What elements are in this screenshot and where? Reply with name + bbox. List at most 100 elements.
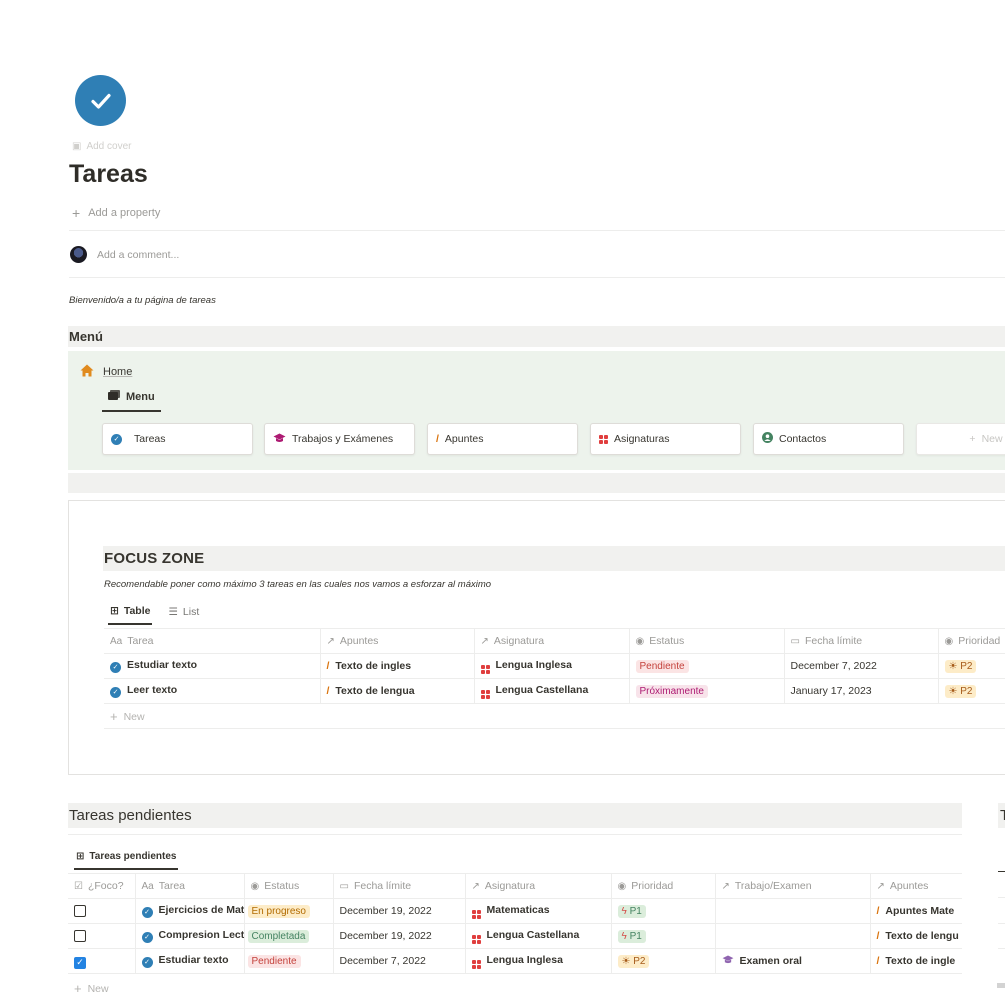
cell-text: Texto de ingles	[335, 660, 412, 672]
menu-card-trabajos[interactable]: Trabajos y Exámenes	[264, 423, 415, 455]
column-header-trabajo[interactable]: ↗ Trabajo/Examen	[714, 873, 870, 899]
cell-text: Lengua Castellana	[495, 683, 589, 696]
cell-prioridad[interactable]: ☀ P2	[937, 653, 1005, 679]
cell-prioridad[interactable]: ☀ P2	[610, 948, 715, 974]
cell-estatus[interactable]: Pendiente	[243, 948, 333, 974]
cell-text: Texto de lengua	[335, 685, 415, 697]
add-property-button[interactable]: + Add a property	[72, 205, 160, 221]
cell-trabajo[interactable]	[714, 923, 870, 949]
cell-prioridad[interactable]: ☀ P2	[937, 678, 1005, 704]
tab-table[interactable]: ⊞ Table	[108, 605, 153, 625]
cell-text: Estudiar texto	[127, 659, 198, 671]
comment-box[interactable]: Add a comment...	[70, 246, 179, 263]
column-header-apuntes[interactable]: ↗ Apuntes	[869, 873, 962, 899]
menu-card-apuntes[interactable]: / Apuntes	[427, 423, 578, 455]
cell-asignatura[interactable]: Lengua Castellana	[473, 678, 629, 704]
cell-asignatura[interactable]: Lengua Castellana	[464, 923, 611, 949]
checkbox-unchecked[interactable]	[74, 904, 86, 917]
menu-card-contactos[interactable]: Contactos	[753, 423, 904, 455]
column-header-prioridad[interactable]: ◉ Prioridad	[610, 873, 715, 899]
checkbox-unchecked[interactable]	[74, 929, 86, 942]
table-row[interactable]: ✓ Compresion Lect Completada December 19,…	[68, 923, 962, 949]
cell-fecha[interactable]: December 19, 2022	[332, 923, 465, 949]
column-header-tarea[interactable]: Aa Tarea	[104, 628, 320, 654]
column-header-apuntes[interactable]: ↗ Apuntes	[319, 628, 474, 654]
add-cover-button[interactable]: ▣ Add cover	[72, 141, 131, 152]
cell-asignatura[interactable]: Lengua Inglesa	[464, 948, 611, 974]
focus-new-row-button[interactable]: + New	[104, 705, 1005, 729]
home-link[interactable]: Home	[103, 366, 132, 378]
column-header-estatus[interactable]: ◉ Estatus	[243, 873, 333, 899]
column-header-fecha[interactable]: ▭ Fecha límite	[332, 873, 465, 899]
column-header-estatus[interactable]: ◉ Estatus	[628, 628, 784, 654]
table-row[interactable]: ✓ ✓ Estudiar texto Pendiente December 7, …	[68, 948, 962, 974]
column-label: Asignatura	[484, 880, 536, 892]
cell-apuntes[interactable]: / Texto de lengua	[319, 678, 474, 704]
pencil-icon: /	[876, 955, 880, 967]
column-label: Fecha límite	[353, 880, 412, 892]
column-header-foco[interactable]: ☑ ¿Foco?	[68, 873, 135, 899]
cell-fecha[interactable]: January 17, 2023	[783, 678, 938, 704]
grid-icon	[471, 934, 481, 944]
cell-asignatura[interactable]: Matematicas	[464, 898, 611, 924]
cell-apuntes[interactable]: / Texto de ingle	[869, 948, 962, 974]
person-circle-icon	[762, 432, 773, 446]
cell-tarea[interactable]: ✓ Ejercicios de Mat	[134, 898, 245, 924]
column-header-asignatura[interactable]: ↗ Asignatura	[473, 628, 629, 654]
menu-card-label: Tareas	[134, 433, 166, 445]
table-row[interactable]: ✓ Ejercicios de Mat En progreso December …	[68, 898, 962, 924]
cell-fecha[interactable]: December 7, 2022	[332, 948, 465, 974]
cell-text: Texto de lengu	[885, 930, 959, 942]
page-title[interactable]: Tareas	[69, 160, 148, 189]
cell-prioridad[interactable]: ϟ P1	[610, 898, 715, 924]
cell-fecha[interactable]: December 7, 2022	[783, 653, 938, 679]
tab-list[interactable]: ☰ List	[166, 605, 201, 625]
table-row[interactable]: ✓ Estudiar texto / Texto de ingles Lengua …	[104, 653, 1005, 679]
cell-trabajo[interactable]: Examen oral	[714, 948, 870, 974]
cell-tarea[interactable]: ✓ Estudiar texto	[134, 948, 244, 974]
home-breadcrumb[interactable]: Home	[80, 364, 132, 380]
relation-arrow-icon: ↗	[876, 881, 885, 892]
cell-foco[interactable]	[68, 898, 135, 924]
divider-bar	[68, 473, 1005, 493]
page-icon-check[interactable]	[75, 75, 126, 126]
tab-tareas-pendientes[interactable]: ⊞ Tareas pendientes	[74, 851, 179, 870]
check-circle-icon: ✓	[141, 932, 153, 943]
menu-card-label: Contactos	[779, 433, 827, 445]
table-row[interactable]: ✓ Leer texto / Texto de lengua Lengua Cast…	[104, 678, 1005, 704]
column-header-asignatura[interactable]: ↗ Asignatura	[464, 873, 611, 899]
menu-new-button[interactable]: + New	[916, 423, 1005, 455]
cell-tarea[interactable]: ✓ Compresion Lect	[134, 923, 244, 949]
cell-asignatura[interactable]: Lengua Inglesa	[473, 653, 629, 679]
column-header-fecha[interactable]: ▭ Fecha límite	[783, 628, 938, 654]
cell-estatus[interactable]: En progreso	[243, 898, 333, 924]
scrollbar-thumb[interactable]	[997, 983, 1005, 988]
cell-tarea[interactable]: ✓ Estudiar texto	[104, 653, 320, 679]
divider	[998, 897, 1005, 898]
cell-estatus[interactable]: Pendiente	[628, 653, 784, 679]
tab-menu[interactable]: Menu	[102, 388, 161, 412]
cell-estatus[interactable]: Próximamente	[628, 678, 784, 704]
cell-trabajo[interactable]	[714, 898, 870, 924]
column-label: Apuntes	[339, 635, 379, 647]
column-header-prioridad[interactable]: ◉ Prioridad	[937, 628, 1005, 654]
plus-icon: +	[74, 981, 82, 994]
checkbox-checked[interactable]: ✓	[74, 956, 86, 969]
menu-card-tareas[interactable]: ✓ Tareas	[102, 423, 253, 455]
cell-prioridad[interactable]: ϟ P1	[610, 923, 715, 949]
cell-tarea[interactable]: ✓ Leer texto	[104, 678, 320, 704]
cell-foco[interactable]	[68, 923, 135, 949]
plus-icon: +	[969, 433, 976, 445]
cell-text: Ejercicios de Mat	[158, 904, 245, 916]
cell-estatus[interactable]: Completada	[243, 923, 333, 949]
cell-apuntes[interactable]: / Texto de lengu	[869, 923, 962, 949]
cell-apuntes[interactable]: / Apuntes Mate	[869, 898, 962, 924]
cell-foco[interactable]: ✓	[68, 948, 135, 974]
cell-text: Lengua Inglesa	[495, 658, 572, 671]
menu-card-asignaturas[interactable]: Asignaturas	[590, 423, 741, 455]
cell-apuntes[interactable]: / Texto de ingles	[319, 653, 474, 679]
pending-new-row-button[interactable]: + New	[68, 977, 962, 994]
calendar-icon: ▭	[339, 881, 349, 892]
column-header-tarea[interactable]: Aa Tarea	[134, 873, 244, 899]
cell-fecha[interactable]: December 19, 2022	[332, 898, 465, 924]
